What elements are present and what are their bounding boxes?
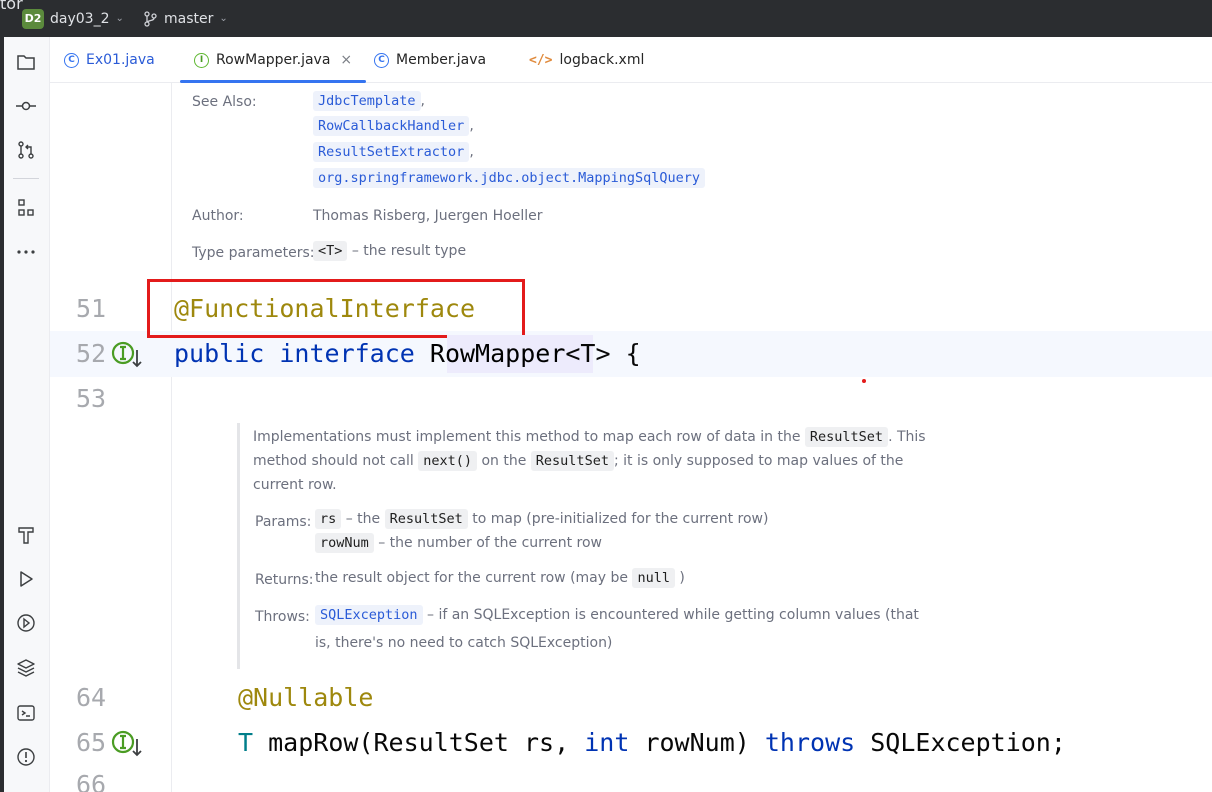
project-name: day03_2 <box>50 10 110 27</box>
interface-declaration[interactable]: public interface RowMapper<T> { <box>174 339 641 368</box>
chevron-down-icon: ⌄ <box>219 13 228 24</box>
branch-selector[interactable]: master ⌄ <box>143 0 228 37</box>
tab-member[interactable]: C Member.java <box>374 37 486 83</box>
doc-desc-line: method should not call next() on the Res… <box>253 451 904 471</box>
type-params-label: Type parameters: <box>192 245 315 261</box>
see-also-label: See Also: <box>192 94 257 110</box>
line-number: 65 <box>76 728 107 757</box>
left-tool-strip <box>0 37 50 792</box>
services-icon[interactable] <box>14 611 38 635</box>
line-number: 52 <box>76 339 107 368</box>
build-hammer-icon[interactable] <box>14 523 38 547</box>
see-also-row: org.springframework.jdbc.object.MappingS… <box>313 168 706 188</box>
branch-name: master <box>164 10 214 27</box>
tab-label: Member.java <box>396 52 487 68</box>
throws-desc-cont: is, there's no need to catch SQLExceptio… <box>315 635 613 651</box>
author-value: Thomas Risberg, Juergen Hoeller <box>313 208 543 224</box>
xml-icon: </> <box>529 52 553 68</box>
more-tools-icon[interactable] <box>14 240 38 264</box>
close-icon[interactable]: × <box>340 52 352 68</box>
project-folder-icon[interactable] <box>14 50 38 74</box>
interface-icon: I <box>194 52 209 68</box>
layers-icon[interactable] <box>14 656 38 680</box>
returns-label: Returns: <box>255 572 314 588</box>
see-also-row: JdbcTemplate, <box>313 91 425 111</box>
see-also-link[interactable]: JdbcTemplate <box>313 91 421 111</box>
tab-logback[interactable]: </> logback.xml <box>529 37 644 83</box>
see-also-row: RowCallbackHandler, <box>313 116 474 136</box>
doc-desc-line: Implementations must implement this meth… <box>253 427 926 447</box>
see-also-link[interactable]: org.springframework.jdbc.object.MappingS… <box>313 168 706 188</box>
line-number: 51 <box>76 294 107 323</box>
class-icon: C <box>64 52 79 68</box>
tab-ex01[interactable]: C Ex01.java <box>64 37 155 83</box>
param-rownum: rowNum – the number of the current row <box>315 533 602 553</box>
type-param-chip: <T> <box>313 241 348 261</box>
tab-label: Ex01.java <box>86 52 155 68</box>
line-number: 64 <box>76 683 107 712</box>
author-label: Author: <box>192 208 244 224</box>
see-also-link[interactable]: RowCallbackHandler <box>313 116 470 136</box>
tab-label: RowMapper.java <box>216 52 331 68</box>
see-also-row: ResultSetExtractor, <box>313 142 474 162</box>
corner-text: tor <box>0 0 23 13</box>
chevron-down-icon: ⌄ <box>115 13 124 24</box>
project-selector[interactable]: D2 day03_2 ⌄ <box>22 0 124 37</box>
terminal-icon[interactable] <box>14 701 38 725</box>
editor-gutter <box>50 83 171 792</box>
implemented-icon[interactable] <box>111 340 143 370</box>
see-also-link[interactable]: ResultSetExtractor <box>313 142 470 162</box>
line-number: 53 <box>76 384 107 413</box>
param-rs: rs – the ResultSet to map (pre-initializ… <box>315 509 768 529</box>
throws-desc: SQLException – if an SQLException is enc… <box>315 605 919 625</box>
tab-label: logback.xml <box>559 52 645 68</box>
implemented-icon[interactable] <box>111 729 143 759</box>
structure-icon[interactable] <box>14 196 38 220</box>
line-number: 66 <box>76 770 107 792</box>
editor-tabs: C Ex01.java I RowMapper.java × C Member.… <box>50 37 1212 83</box>
method-doc-bar <box>237 423 240 669</box>
tab-rowmapper[interactable]: I RowMapper.java × <box>180 37 367 83</box>
throws-label: Throws: <box>255 609 310 625</box>
params-label: Params: <box>255 514 312 530</box>
doc-desc-line: current row. <box>253 477 337 493</box>
nullable-annotation[interactable]: @Nullable <box>238 683 373 712</box>
returns-desc: the result object for the current row (m… <box>315 568 685 588</box>
git-branch-icon <box>144 10 157 27</box>
commit-icon[interactable] <box>14 94 38 118</box>
class-icon: C <box>374 52 389 68</box>
red-highlight-box <box>147 279 525 338</box>
title-bar: tor D2 day03_2 ⌄ master ⌄ <box>0 0 1212 37</box>
project-badge: D2 <box>22 8 44 29</box>
pull-request-icon[interactable] <box>14 138 38 162</box>
method-declaration[interactable]: T mapRow(ResultSet rs, int rowNum) throw… <box>238 728 1066 757</box>
sqlexception-link[interactable]: SQLException <box>315 605 423 625</box>
type-param-row: <T> – the result type <box>313 241 466 261</box>
problems-icon[interactable] <box>14 745 38 769</box>
run-icon[interactable] <box>14 567 38 591</box>
